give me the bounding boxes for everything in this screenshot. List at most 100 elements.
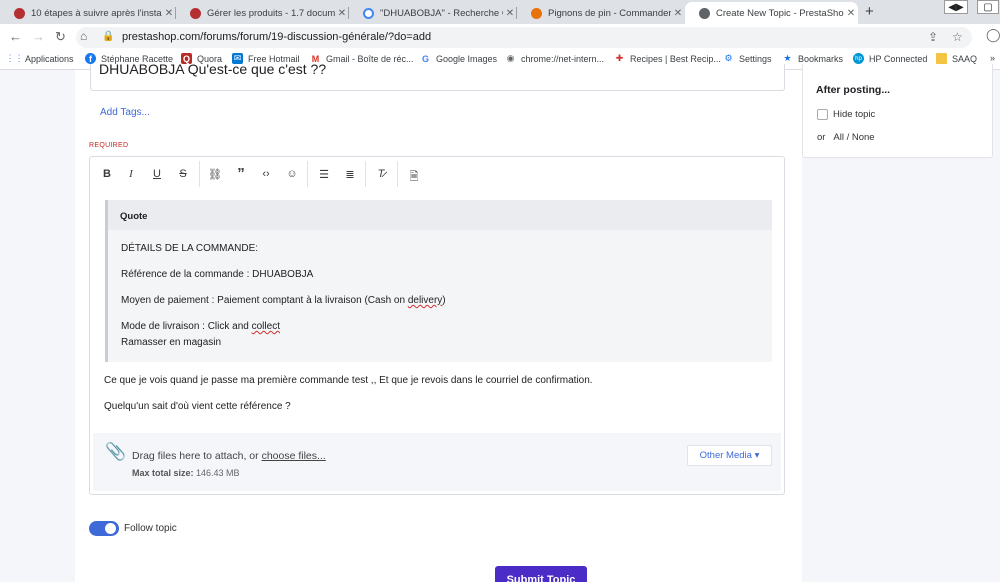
code-icon[interactable]: ‹›	[259, 168, 273, 180]
recipes-icon: ✚	[615, 53, 624, 63]
numbered-list-icon[interactable]: ≣	[343, 168, 357, 181]
bookmark-label: Bookmarks	[798, 53, 844, 64]
preview-icon[interactable]: 🗎	[407, 168, 421, 187]
clear-formatting-icon[interactable]: T̷	[374, 168, 388, 180]
quote-text: )	[442, 295, 446, 306]
restore-icon[interactable]: ◀▶	[944, 0, 968, 14]
bookmark-item[interactable]: M Gmail - Boîte de réc...	[310, 53, 414, 64]
browser-tab[interactable]: Pignons de pin - Commander dé ✕	[517, 2, 685, 24]
attachment-dropzone[interactable]: 📎 Drag files here to attach, or choose f…	[93, 433, 781, 491]
submit-topic-button[interactable]: Submit Topic	[495, 566, 587, 582]
forward-icon[interactable]: →	[32, 29, 45, 44]
editor-toolbar: B I U S ⛓ ” ‹› ☺ ☰ ≣ T̷ 🗎	[90, 157, 784, 193]
presta-icon	[190, 7, 201, 19]
reload-icon[interactable]: ↻	[55, 29, 66, 45]
browser-tab-bar: 10 étapes à suivre après l'installa ✕ Gé…	[0, 0, 1000, 24]
url-text[interactable]: prestashop.com/forums/forum/19-discussio…	[122, 31, 431, 43]
follow-topic-toggle[interactable]	[89, 521, 119, 536]
bookmark-label: Recipes | Best Recip...	[630, 53, 721, 64]
max-size-label: Max total size:	[132, 468, 194, 478]
tab-title: Gérer les produits - 1.7 document	[207, 7, 335, 19]
maximize-icon[interactable]: ▢	[977, 0, 999, 14]
new-tab-button[interactable]: +	[865, 3, 874, 20]
browser-tab[interactable]: 10 étapes à suivre après l'installa ✕	[0, 2, 176, 24]
add-tags-link[interactable]: Add Tags...	[100, 107, 150, 118]
choose-files-link[interactable]: choose files...	[262, 450, 326, 462]
bookmark-item[interactable]: ★ Bookmarks	[782, 53, 843, 64]
bookmark-item[interactable]: SAAQ	[936, 53, 977, 64]
browser-tab[interactable]: Gérer les produits - 1.7 document ✕	[176, 2, 349, 24]
close-icon[interactable]: ✕	[844, 8, 858, 19]
google-icon: G	[421, 53, 429, 64]
store-icon	[531, 7, 542, 19]
quora-icon: Q	[181, 53, 192, 64]
other-media-button[interactable]: Other Media ▾	[687, 445, 772, 466]
tab-title: "DHUABOBJA" - Recherche Goog	[380, 7, 503, 19]
hide-topic-checkbox[interactable]	[817, 109, 828, 120]
bookmark-item[interactable]: Q Quora	[181, 53, 222, 64]
bookmark-label: SAAQ	[952, 53, 978, 64]
quote-icon[interactable]: ”	[234, 165, 248, 182]
bookmark-item[interactable]: ✚ Recipes | Best Recip...	[614, 53, 721, 64]
bookmark-label: Gmail - Boîte de réc...	[326, 53, 414, 64]
bookmark-item[interactable]: ◉ chrome://net-intern...	[505, 53, 604, 64]
bookmark-label: Applications	[25, 53, 74, 64]
topic-title-value[interactable]: DHUABOBJA Qu'est-ce que c'est ??	[99, 64, 326, 77]
quote-line: Ramasser en magasin	[121, 337, 222, 348]
browser-tab-active[interactable]: Create New Topic - PrestaShop F ✕	[685, 2, 858, 24]
bold-icon[interactable]: B	[100, 168, 114, 180]
more-bookmarks-icon[interactable]: »	[990, 53, 995, 63]
share-icon[interactable]: ⇪	[928, 30, 938, 44]
strikethrough-icon[interactable]: S	[176, 168, 190, 180]
browser-tab[interactable]: "DHUABOBJA" - Recherche Goog ✕	[349, 2, 517, 24]
emoji-icon[interactable]: ☺	[285, 168, 299, 180]
gear-icon: ⚙	[724, 53, 733, 63]
star-icon: ★	[783, 53, 792, 63]
tab-title: 10 étapes à suivre après l'installa	[31, 7, 162, 19]
apps-grid-icon: ⋮⋮	[5, 53, 24, 63]
bookmark-item[interactable]: ✉ Free Hotmail	[232, 53, 300, 64]
facebook-icon: f	[85, 53, 96, 64]
topic-title-input[interactable]: DHUABOBJA Qu'est-ce que c'est ??	[90, 64, 785, 91]
bookmark-item[interactable]: G Google Images	[420, 53, 497, 64]
gmail-icon: M	[311, 53, 320, 64]
home-icon[interactable]: ⌂	[80, 29, 87, 43]
spellcheck-word: collect	[251, 321, 280, 332]
close-icon[interactable]: ✕	[503, 8, 517, 19]
bookmark-item[interactable]: ⚙ Settings	[723, 53, 771, 64]
bullet-list-icon[interactable]: ☰	[317, 168, 331, 181]
address-bar[interactable]: ⌂ 🔒 prestashop.com/forums/forum/19-discu…	[76, 27, 972, 48]
tab-title: Pignons de pin - Commander dé	[548, 7, 671, 19]
folder-icon	[936, 53, 947, 64]
close-icon[interactable]: ✕	[162, 8, 176, 19]
toolbar-divider	[365, 161, 366, 187]
profile-icon[interactable]: ◯	[986, 27, 1000, 43]
follow-topic-label[interactable]: Follow topic	[124, 523, 177, 534]
italic-icon[interactable]: I	[124, 168, 138, 180]
after-posting-card	[802, 64, 993, 158]
quote-block[interactable]: Quote DÉTAILS DE LA COMMANDE: Référence …	[105, 200, 772, 362]
star-icon[interactable]: ☆	[952, 30, 963, 44]
bookmark-label: Google Images	[436, 53, 498, 64]
rich-text-editor[interactable]: B I U S ⛓ ” ‹› ☺ ☰ ≣ T̷ 🗎 Quote DÉTAILS …	[89, 156, 785, 495]
max-size-value: 146.43 MB	[196, 468, 240, 478]
quote-line: DÉTAILS DE LA COMMANDE:	[121, 243, 259, 254]
bookmark-item[interactable]: f Stéphane Racette	[85, 53, 173, 64]
bookmark-item[interactable]: ⋮⋮ Applications	[5, 53, 74, 64]
max-size-info: Max total size: 146.43 MB	[132, 468, 240, 478]
select-all-none: or All / None	[817, 132, 875, 143]
lock-icon[interactable]: 🔒	[102, 31, 114, 42]
close-icon[interactable]: ✕	[671, 8, 685, 19]
hide-topic-label[interactable]: Hide topic	[833, 109, 875, 120]
close-icon[interactable]: ✕	[335, 8, 349, 19]
bookmark-item[interactable]: hp HP Connected	[853, 53, 927, 64]
link-icon[interactable]: ⛓	[208, 168, 222, 181]
bookmark-label: Free Hotmail	[248, 53, 300, 64]
quote-header: Quote	[108, 200, 772, 230]
underline-icon[interactable]: U	[150, 168, 164, 180]
bookmark-label: Stéphane Racette	[101, 53, 174, 64]
all-none-link[interactable]: All / None	[833, 132, 874, 143]
toggle-knob	[105, 523, 116, 534]
globe-icon: ◉	[506, 53, 515, 63]
back-icon[interactable]: ←	[9, 29, 22, 44]
